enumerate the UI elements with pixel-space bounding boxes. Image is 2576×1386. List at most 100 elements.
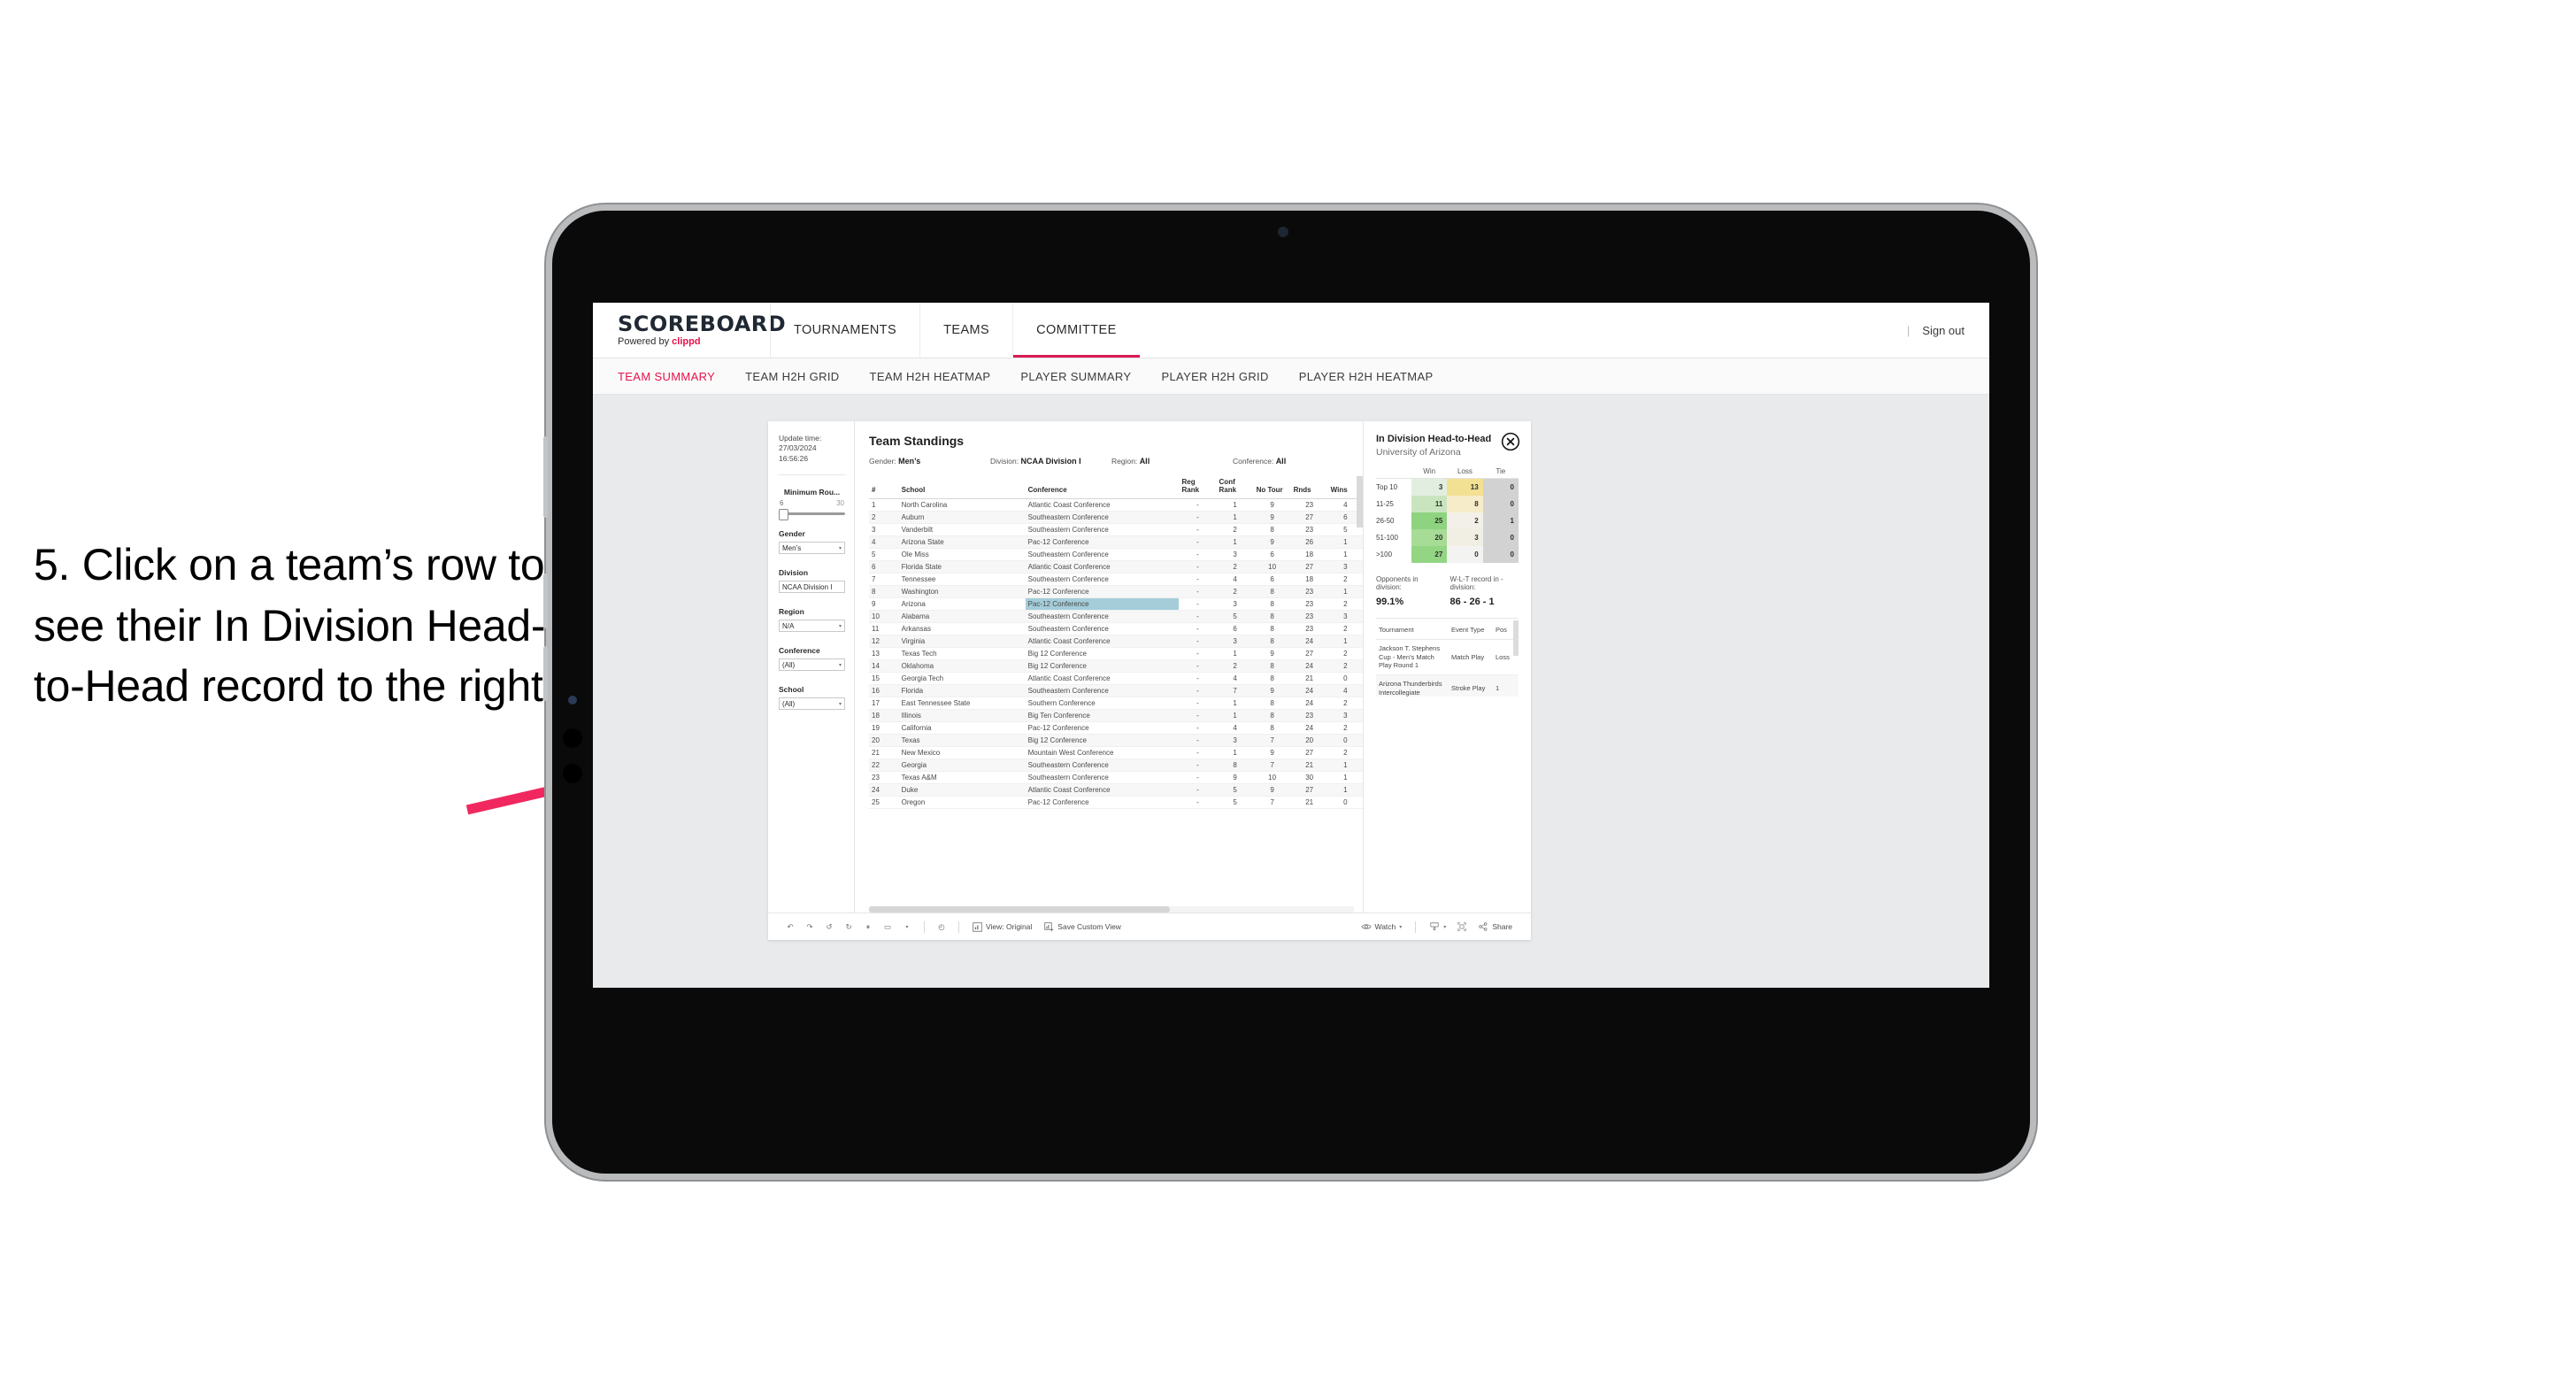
revert-icon[interactable]: ↺ xyxy=(819,917,839,936)
tab-team-h2h-grid[interactable]: TEAM H2H GRID xyxy=(745,370,839,383)
cell-conf-rank: 7 xyxy=(1216,684,1254,698)
cell-rank: 3 xyxy=(869,523,899,537)
stat-wlt-record: W-L-T record in -division: 86 - 26 - 1 xyxy=(1445,575,1519,607)
power-button[interactable] xyxy=(543,436,548,518)
clock-history-icon[interactable]: ◴ xyxy=(932,917,951,936)
tab-player-h2h-grid[interactable]: PLAYER H2H GRID xyxy=(1161,370,1268,383)
col-header-school[interactable]: School xyxy=(898,476,1026,500)
eye-icon xyxy=(1360,924,1372,929)
cell-conference: Big 12 Conference xyxy=(1025,659,1180,674)
cell-rank: 18 xyxy=(869,709,899,723)
redo-icon[interactable]: ↷ xyxy=(800,917,819,936)
table-row[interactable]: 10 Alabama Southeastern Conference -5 8 23 3 xyxy=(869,610,1363,624)
scrollbar-thumb[interactable] xyxy=(869,906,1170,912)
nav-committee[interactable]: COMMITTEE xyxy=(1012,303,1140,358)
cell-rnds: 30 xyxy=(1290,771,1328,785)
table-row[interactable]: 14 Oklahoma Big 12 Conference -2 8 24 2 xyxy=(869,659,1363,674)
table-row[interactable]: 13 Texas Tech Big 12 Conference -1 9 27 2 xyxy=(869,647,1363,661)
save-custom-view-button[interactable]: Save Custom View xyxy=(1038,921,1127,932)
region-select[interactable]: N/A ▾ xyxy=(779,620,845,633)
col-header-conf-rank[interactable]: Conf Rank xyxy=(1216,476,1254,500)
tab-team-summary[interactable]: TEAM SUMMARY xyxy=(618,370,715,383)
standings-table-body: 1 North Carolina Atlantic Coast Conference… xyxy=(869,498,1363,810)
cell-no-tour: 8 xyxy=(1253,585,1291,599)
minimum-rounds-slider[interactable] xyxy=(779,509,845,521)
tournament-row[interactable]: Arizona Thunderbirds Intercollegiate Stro… xyxy=(1376,674,1519,697)
cell-rank: 24 xyxy=(869,783,899,797)
table-row[interactable]: 8 Washington Pac-12 Conference -2 8 23 1 xyxy=(869,585,1363,599)
col-header-rnds[interactable]: Rnds xyxy=(1290,476,1328,500)
table-row[interactable]: 11 Arkansas Southeastern Conference -6 8 23 2 xyxy=(869,622,1363,636)
nav-tournaments[interactable]: TOURNAMENTS xyxy=(770,303,919,358)
tab-team-h2h-heatmap[interactable]: TEAM H2H HEATMAP xyxy=(870,370,991,383)
undo-icon[interactable]: ↶ xyxy=(780,917,800,936)
h2h-loss-cell: 0 xyxy=(1447,545,1483,563)
col-header-rank[interactable]: # xyxy=(869,476,899,500)
cell-rnds: 23 xyxy=(1290,498,1328,512)
pause-updates-icon[interactable]: ⏸ xyxy=(858,917,878,936)
chevron-down-icon[interactable]: ▾ xyxy=(897,917,917,936)
volume-down-button[interactable] xyxy=(543,646,548,701)
table-row[interactable]: 1 North Carolina Atlantic Coast Conference… xyxy=(869,498,1363,512)
table-row[interactable]: 2 Auburn Southeastern Conference -1 9 27 6 xyxy=(869,511,1363,525)
slider-max-value: 30 xyxy=(836,499,844,508)
rectangle-select-icon[interactable]: ▭ xyxy=(878,917,897,936)
tournament-row[interactable]: Jackson T. Stephens Cup - Men’s Match Pl… xyxy=(1376,639,1519,676)
cell-rnds: 21 xyxy=(1290,672,1328,686)
table-row[interactable]: 12 Virginia Atlantic Coast Conference -3 8 24… xyxy=(869,635,1363,649)
filter-divider xyxy=(779,474,845,476)
refresh-data-icon[interactable]: ↻ xyxy=(839,917,858,936)
slider-handle[interactable] xyxy=(779,509,788,521)
view-original-button[interactable]: View: Original xyxy=(966,921,1038,932)
cell-rank: 12 xyxy=(869,635,899,649)
watch-button[interactable]: Watch ▾ xyxy=(1355,921,1409,932)
table-row[interactable]: 7 Tennessee Southeastern Conference -4 6 18 2 xyxy=(869,573,1363,587)
table-row[interactable]: 24 Duke Atlantic Coast Conference -5 9 27 1 xyxy=(869,783,1363,797)
cell-school: Florida xyxy=(898,684,1026,698)
table-row[interactable]: 15 Georgia Tech Atlantic Coast Conference -… xyxy=(869,672,1363,686)
cell-reg-rank: - xyxy=(1179,684,1217,698)
table-row[interactable]: 5 Ole Miss Southeastern Conference -3 6 18 1 xyxy=(869,548,1363,562)
conference-select[interactable]: (All) ▾ xyxy=(779,658,845,672)
brand-logo[interactable]: SCOREBOARD Powered by clippd xyxy=(593,303,786,358)
cell-conf-rank: 1 xyxy=(1216,697,1254,711)
table-row[interactable]: 19 California Pac-12 Conference -4 8 24 2 xyxy=(869,721,1363,735)
table-row[interactable]: 6 Florida State Atlantic Coast Conference -… xyxy=(869,560,1363,574)
tournament-scrollbar[interactable] xyxy=(1513,620,1519,656)
cell-no-tour: 10 xyxy=(1253,560,1291,574)
table-row[interactable]: 23 Texas A&M Southeastern Conference -9 10 30… xyxy=(869,771,1363,785)
cell-no-tour: 7 xyxy=(1253,796,1291,810)
table-row[interactable]: 17 East Tennessee State Southern Conferenc… xyxy=(869,697,1363,711)
col-header-conference[interactable]: Conference xyxy=(1025,476,1180,500)
gender-select[interactable]: Men’s ▾ xyxy=(779,542,845,555)
sign-out-link[interactable]: Sign out xyxy=(1922,324,1965,337)
table-row[interactable]: 4 Arizona State Pac-12 Conference -1 9 26 1 xyxy=(869,535,1363,550)
nav-teams[interactable]: TEAMS xyxy=(919,303,1012,358)
col-header-reg-rank[interactable]: Reg Rank xyxy=(1179,476,1217,500)
division-select[interactable]: NCAA Division I xyxy=(779,581,845,594)
table-row[interactable]: 16 Florida Southeastern Conference -7 9 24 4 xyxy=(869,684,1363,698)
share-button[interactable]: Share xyxy=(1472,921,1519,932)
minimum-rounds-filter: Minimum Rou... 6 30 xyxy=(779,488,845,521)
table-row[interactable]: 18 Illinois Big Ten Conference -1 8 23 3 xyxy=(869,709,1363,723)
cell-rank: 1 xyxy=(869,498,899,512)
cell-event-type: Stroke Play xyxy=(1449,674,1493,697)
table-vertical-scrollbar[interactable] xyxy=(1357,476,1363,527)
table-row[interactable]: 20 Texas Big 12 Conference -3 7 20 0 xyxy=(869,734,1363,748)
table-row[interactable]: 3 Vanderbilt Southeastern Conference -2 8 23 5 xyxy=(869,523,1363,537)
table-row[interactable]: 21 New Mexico Mountain West Conference -1 9 2… xyxy=(869,746,1363,760)
table-row[interactable]: 25 Oregon Pac-12 Conference -5 7 21 0 xyxy=(869,796,1363,810)
cell-no-tour: 7 xyxy=(1253,734,1291,748)
table-horizontal-scrollbar[interactable] xyxy=(869,906,1354,912)
download-button[interactable]: ▾ xyxy=(1423,921,1452,932)
tab-player-h2h-heatmap[interactable]: PLAYER H2H HEATMAP xyxy=(1299,370,1434,383)
school-select[interactable]: (All) ▾ xyxy=(779,697,845,711)
col-header-no-tour[interactable]: No Tour xyxy=(1253,476,1291,500)
camera-lens-icon xyxy=(563,728,582,748)
table-row[interactable]: 9 Arizona Pac-12 Conference -3 8 23 2 xyxy=(869,597,1363,612)
volume-up-button[interactable] xyxy=(543,574,548,628)
tab-player-summary[interactable]: PLAYER SUMMARY xyxy=(1020,370,1131,383)
close-circle-icon[interactable] xyxy=(1501,432,1520,451)
fullscreen-icon[interactable] xyxy=(1452,917,1472,936)
table-row[interactable]: 22 Georgia Southeastern Conference -8 7 21 1 xyxy=(869,758,1363,773)
